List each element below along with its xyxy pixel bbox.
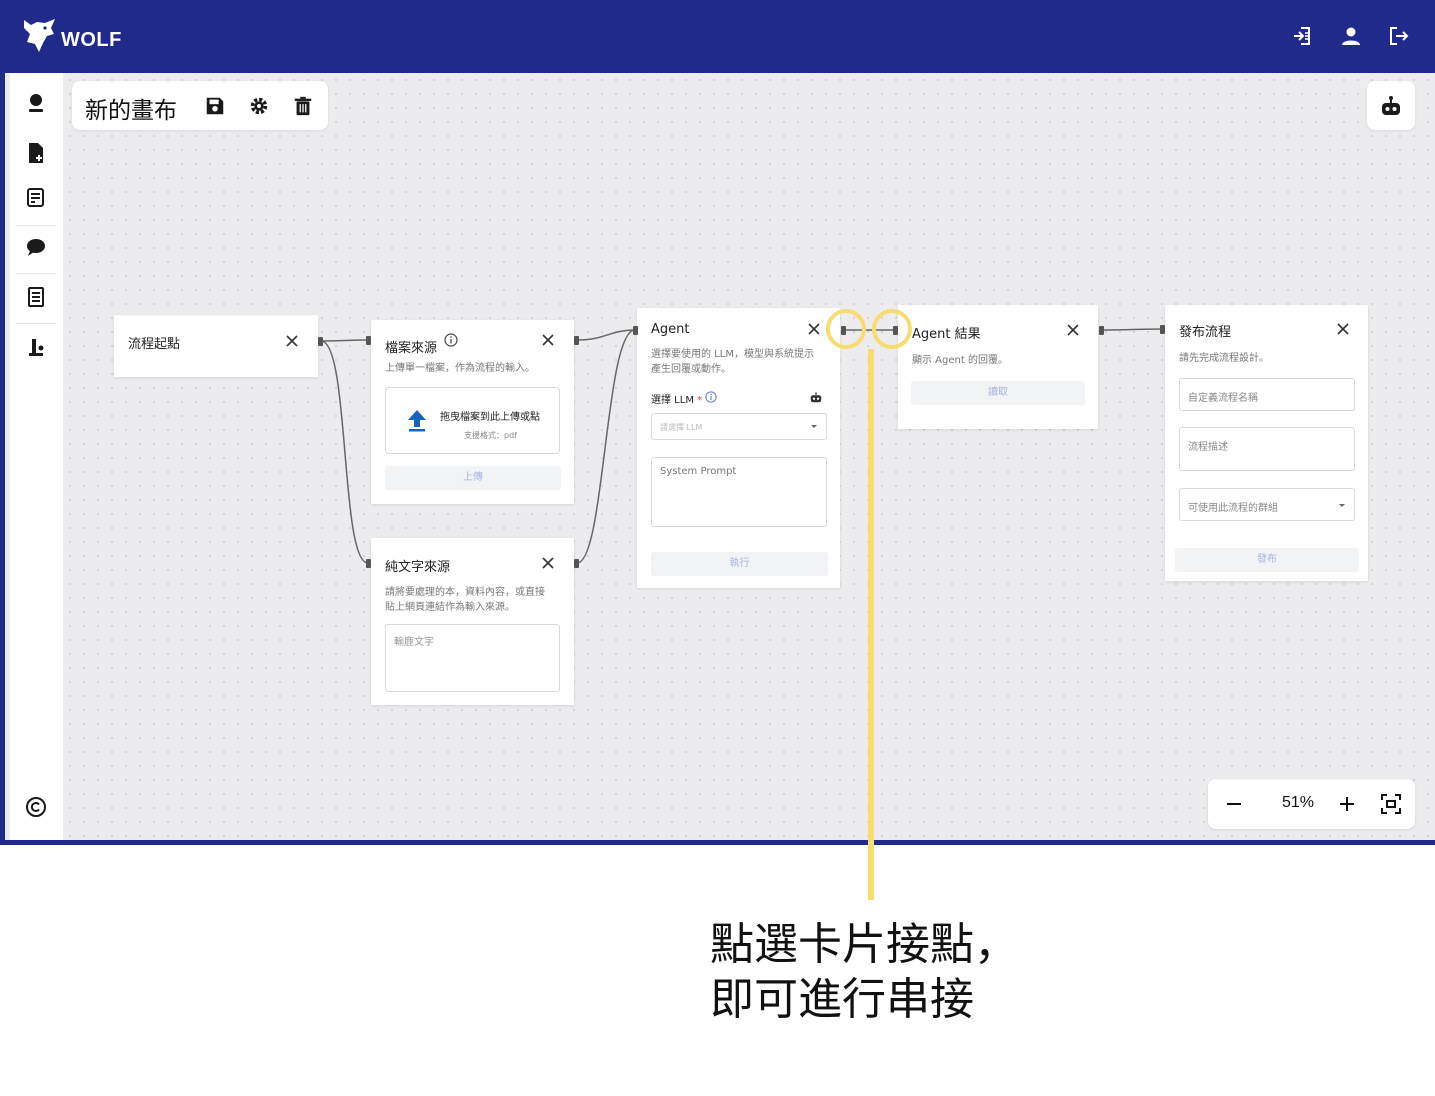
highlight-ring-input (872, 309, 912, 349)
flow-icon[interactable] (24, 336, 48, 360)
canvas-title[interactable]: 新的畫布 (85, 91, 177, 125)
node-description: 上傳單一檔案，作為流程的輸入。 (385, 363, 535, 374)
llm-select[interactable]: 請選擇 LLM (651, 413, 827, 440)
node-description: 顯示 Agent 的回覆。 (912, 355, 1008, 366)
llm-select-value: 請選擇 LLM (660, 423, 703, 432)
user-icon[interactable] (1339, 24, 1363, 48)
file-drop-zone[interactable]: 拖曳檔案到此上傳或點 支援格式：pdf (385, 387, 560, 454)
node-agent[interactable]: Agent 選擇要使用的 LLM，模型與系統提示 產生回覆或動作。 選擇 LLM… (637, 308, 840, 588)
output-handle[interactable] (574, 336, 579, 345)
sidebar-divider (16, 323, 56, 324)
node-title: Agent 結果 (912, 327, 981, 342)
node-title: 檔案來源 (385, 341, 438, 356)
text-input-area[interactable]: 輸鹿文字 (385, 624, 560, 692)
fit-view-icon[interactable] (1378, 791, 1404, 817)
gear-icon[interactable] (248, 95, 270, 117)
chevron-down-icon (1339, 504, 1345, 507)
zoom-controls: 51% (1208, 779, 1415, 829)
flow-description-input[interactable]: 流程描述 (1179, 427, 1355, 471)
robot-icon[interactable] (809, 390, 823, 404)
flow-name-input[interactable]: 自定義流程名稱 (1179, 378, 1355, 411)
sidebar (10, 73, 63, 840)
publish-button[interactable]: 發布 (1175, 548, 1359, 572)
highlight-ring-output (826, 309, 866, 349)
sidebar-divider (16, 273, 56, 274)
flow-exit-icon[interactable] (1291, 24, 1315, 48)
document-icon[interactable] (24, 285, 48, 309)
node-description-line1: 請將要處理的本，資料內容，或直接 (385, 587, 545, 598)
close-icon[interactable] (541, 333, 555, 347)
llm-label: 選擇 LLM * (651, 391, 702, 406)
node-text-source[interactable]: 純文字來源 請將要處理的本，資料內容，或直接 貼上網頁連結作為輸入來源。 輸鹿文… (371, 538, 574, 705)
close-icon[interactable] (1336, 322, 1350, 336)
wolf-logo (24, 19, 55, 52)
required-mark: * (697, 395, 703, 406)
node-title: Agent (651, 322, 690, 337)
node-title: 純文字來源 (385, 560, 451, 575)
read-button[interactable]: 讀取 (911, 381, 1085, 405)
input-handle[interactable] (366, 559, 371, 568)
info-icon[interactable] (705, 391, 717, 403)
output-handle[interactable] (1099, 326, 1104, 335)
file-add-icon[interactable] (24, 141, 48, 165)
chat-icon[interactable] (24, 235, 48, 259)
copyright-icon (26, 797, 46, 817)
input-handle[interactable] (1160, 325, 1165, 334)
annotation-line1: 點選卡片接點， (710, 919, 1018, 970)
output-handle[interactable] (574, 559, 579, 568)
system-prompt-input[interactable]: System Prompt (651, 457, 827, 527)
logout-icon[interactable] (1387, 24, 1411, 48)
run-button[interactable]: 執行 (651, 552, 828, 576)
group-select[interactable]: 可使用此流程的群組 (1179, 488, 1355, 521)
close-icon[interactable] (807, 322, 821, 336)
input-handle[interactable] (366, 336, 371, 345)
node-description: 請先完成流程設計。 (1179, 353, 1269, 364)
note-add-icon[interactable] (24, 186, 48, 210)
node-flow-start[interactable]: 流程起點 (114, 315, 318, 377)
node-agent-result[interactable]: Agent 結果 顯示 Agent 的回覆。 讀取 (898, 305, 1098, 429)
annotation-pointer-line (868, 349, 874, 900)
input-handle[interactable] (633, 326, 638, 335)
save-icon[interactable] (204, 95, 226, 117)
group-select-value: 可使用此流程的群組 (1188, 503, 1278, 514)
zoom-level: 51% (1281, 794, 1315, 811)
zoom-out-icon[interactable] (1221, 791, 1247, 817)
annotation-caption: 點選卡片接點， 即可進行串接 (710, 917, 1018, 1027)
close-icon[interactable] (541, 556, 555, 570)
avatar-icon[interactable] (24, 91, 48, 115)
top-bar: WOLF (5, 0, 1435, 73)
node-description-line2: 貼上網頁連結作為輸入來源。 (385, 602, 515, 613)
sidebar-divider (16, 225, 56, 226)
upload-button[interactable]: 上傳 (385, 466, 561, 490)
chevron-down-icon (811, 425, 817, 428)
drop-zone-label: 拖曳檔案到此上傳或點 (440, 412, 540, 423)
zoom-in-icon[interactable] (1334, 791, 1360, 817)
llm-label-text: 選擇 LLM (651, 395, 694, 406)
node-publish-flow[interactable]: 發布流程 請先完成流程設計。 自定義流程名稱 流程描述 可使用此流程的群組 發布 (1165, 305, 1368, 581)
info-icon[interactable] (444, 333, 458, 347)
output-handle[interactable] (318, 337, 323, 346)
node-description-line2: 產生回覆或動作。 (651, 364, 731, 375)
canvas-toolbar: 新的畫布 (72, 81, 328, 130)
robot-icon (1382, 96, 1400, 115)
assistant-button[interactable] (1367, 81, 1415, 130)
annotation-line2: 即可進行串接 (710, 974, 974, 1025)
node-file-source[interactable]: 檔案來源 上傳單一檔案，作為流程的輸入。 拖曳檔案到此上傳或點 支援格式：pdf… (371, 320, 574, 504)
close-icon[interactable] (1066, 323, 1080, 337)
node-description-line1: 選擇要使用的 LLM，模型與系統提示 (651, 349, 814, 360)
supported-formats: 支援格式：pdf (464, 431, 517, 440)
trash-icon[interactable] (292, 95, 314, 117)
node-title: 發布流程 (1179, 325, 1232, 340)
upload-icon (408, 410, 426, 432)
node-title: 流程起點 (128, 337, 181, 352)
app-name: WOLF (61, 29, 122, 51)
close-icon[interactable] (285, 334, 299, 348)
